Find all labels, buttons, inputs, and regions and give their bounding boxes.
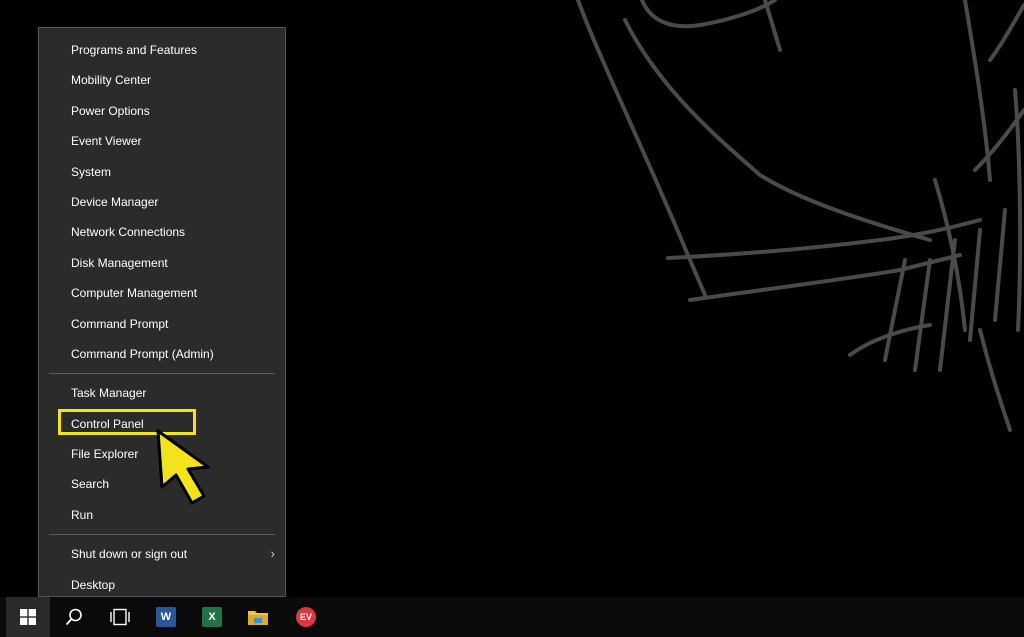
menu-item-event-viewer[interactable]: Event Viewer [39,126,285,156]
menu-item-command-prompt[interactable]: Command Prompt [39,309,285,339]
menu-separator [49,373,275,375]
menu-item-label: Shut down or sign out [71,547,188,562]
taskbar-expressvpn-button[interactable]: EV [284,597,328,637]
menu-item-command-prompt-admin[interactable]: Command Prompt (Admin) [39,339,285,369]
task-view-icon [110,608,130,626]
winx-power-user-menu: Programs and Features Mobility Center Po… [38,27,286,597]
menu-item-run[interactable]: Run [39,500,285,530]
expressvpn-icon: EV [296,607,316,627]
windows-start-icon [20,609,36,625]
taskbar-file-explorer-button[interactable] [236,597,280,637]
menu-item-shut-down-or-sign-out[interactable]: Shut down or sign out › [39,539,285,569]
desktop: Programs and Features Mobility Center Po… [0,0,1024,637]
menu-item-mobility-center[interactable]: Mobility Center [39,65,285,95]
menu-item-search[interactable]: Search [39,469,285,499]
menu-item-programs-and-features[interactable]: Programs and Features [39,35,285,65]
taskbar-search-button[interactable] [52,597,96,637]
excel-icon: X [202,607,222,627]
start-button[interactable] [6,597,50,637]
file-explorer-icon [248,611,268,625]
search-icon [65,608,82,626]
task-view-button[interactable] [98,597,142,637]
menu-item-task-manager[interactable]: Task Manager [39,378,285,408]
menu-item-system[interactable]: System [39,157,285,187]
menu-item-desktop[interactable]: Desktop [39,570,285,600]
menu-item-file-explorer[interactable]: File Explorer [39,439,285,469]
chevron-right-icon: › [270,546,275,562]
menu-item-network-connections[interactable]: Network Connections [39,217,285,247]
menu-item-disk-management[interactable]: Disk Management [39,248,285,278]
menu-item-control-panel[interactable]: Control Panel [39,409,285,439]
menu-item-computer-management[interactable]: Computer Management [39,278,285,308]
menu-item-device-manager[interactable]: Device Manager [39,187,285,217]
taskbar-word-button[interactable]: W [144,597,188,637]
menu-separator [49,534,275,536]
taskbar: W X EV [0,597,1024,637]
taskbar-excel-button[interactable]: X [190,597,234,637]
word-icon: W [156,607,176,627]
menu-item-power-options[interactable]: Power Options [39,96,285,126]
